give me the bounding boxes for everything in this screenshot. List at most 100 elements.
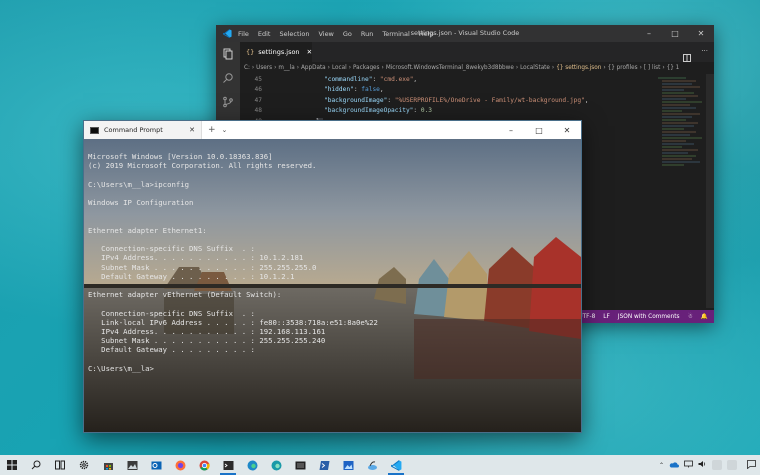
json-file-icon: {} [246, 48, 255, 56]
code-line: 46 "hidden": false, [240, 85, 650, 96]
breadcrumb-item[interactable]: {} profiles [608, 65, 638, 71]
output-line: Connection-specific DNS Suffix . : [88, 244, 255, 254]
powershell-icon[interactable] [312, 455, 336, 475]
minimize-button[interactable]: – [497, 121, 525, 139]
tab-settings-json[interactable]: {} settings.json ✕ [240, 42, 312, 62]
output-line: ​ [88, 171, 577, 180]
output-line: Subnet Mask . . . . . . . . . . . : 255.… [88, 262, 317, 272]
start-icon[interactable] [0, 455, 24, 475]
chrome-icon[interactable] [192, 455, 216, 475]
code-line: 48 "backgroundImageOpacity": 0.3 [240, 106, 650, 117]
terminal-content[interactable]: Microsoft Windows [Version 10.0.18363.83… [84, 139, 581, 432]
json-value: false [361, 86, 380, 94]
notifications-icon[interactable]: 🔔 [701, 314, 708, 320]
vscode-window-controls: – □ ✕ [636, 25, 714, 42]
breadcrumb-item[interactable]: Microsoft.WindowsTerminal_8wekyb3d8bbwe [386, 65, 514, 71]
source-control-icon[interactable] [216, 90, 240, 114]
output-line: Default Gateway . . . . . . . . . : 10.1… [88, 271, 295, 281]
volume-icon[interactable] [698, 460, 707, 470]
prompt-line: C:\Users\m__la> [88, 363, 154, 373]
line-number: 45 [254, 75, 262, 83]
output-line: IPv4 Address. . . . . . . . . . . : 10.1… [88, 253, 304, 263]
output-line: Ethernet adapter Ethernet1: [88, 225, 207, 235]
explorer-icon[interactable] [216, 42, 240, 66]
menu-selection[interactable]: Selection [279, 30, 309, 38]
menu-file[interactable]: File [238, 30, 249, 38]
store-icon[interactable] [96, 455, 120, 475]
tab-close-icon[interactable]: ✕ [307, 48, 312, 56]
search-icon[interactable] [216, 66, 240, 90]
menu-view[interactable]: View [318, 30, 333, 38]
feedback-icon[interactable]: ☃ [688, 314, 693, 320]
maximize-button[interactable]: □ [662, 25, 688, 42]
media-icon[interactable] [288, 455, 312, 475]
edge-icon[interactable] [240, 455, 264, 475]
breadcrumb-item[interactable]: Local [332, 65, 347, 71]
edge-beta-icon[interactable] [264, 455, 288, 475]
code-line: 45 "commandline": "cmd.exe", [240, 74, 650, 85]
terminal-titlebar: Command Prompt ✕ + ⌄ – □ ✕ [84, 121, 581, 139]
minimap[interactable] [656, 74, 706, 308]
output-line: Connection-specific DNS Suffix . : [88, 308, 255, 318]
action-center-icon[interactable] [747, 459, 756, 471]
breadcrumb: C: › Users › m__la › AppData › Local › Packag… [244, 65, 680, 71]
minimize-button[interactable]: – [636, 25, 662, 42]
outlook-icon[interactable] [144, 455, 168, 475]
vscode-logo-icon [222, 29, 232, 39]
line-number: 48 [254, 107, 262, 115]
terminal-icon[interactable] [216, 455, 240, 475]
json-key: "commandline" [324, 75, 373, 83]
settings-icon[interactable] [72, 455, 96, 475]
system-tray: ⌃ [659, 455, 760, 475]
breadcrumb-item[interactable]: Packages [353, 65, 380, 71]
breadcrumb-item[interactable]: Users [256, 65, 272, 71]
photos-icon[interactable] [120, 455, 144, 475]
breadcrumb-item[interactable]: m__la [278, 65, 294, 71]
terminal-window[interactable]: Command Prompt ✕ + ⌄ – □ ✕ Microsoft Win… [83, 120, 582, 433]
status-language[interactable]: JSON with Comments [618, 314, 680, 320]
vscode-icon[interactable] [384, 455, 408, 475]
new-tab-icon[interactable]: + [202, 125, 222, 135]
search-icon[interactable] [24, 455, 48, 475]
json-value: 0.3 [420, 107, 433, 115]
status-eol[interactable]: LF [603, 314, 610, 320]
menu-run[interactable]: Run [361, 30, 373, 38]
firefox-icon[interactable] [168, 455, 192, 475]
breadcrumb-item[interactable]: {} 1 [667, 65, 680, 71]
json-value: "cmd.exe" [379, 75, 414, 83]
onedrive-icon[interactable] [669, 461, 679, 470]
code-line: 47 "backgroundImage": "%USERPROFILE%/OneD… [240, 95, 650, 106]
paint-icon[interactable] [360, 455, 384, 475]
output-line: Windows IP Configuration [88, 198, 194, 208]
vscode-menu-bar: File Edit Selection View Go Run Terminal… [238, 30, 434, 38]
task-view-icon[interactable] [48, 455, 72, 475]
maximize-button[interactable]: □ [525, 121, 553, 139]
menu-terminal[interactable]: Terminal [382, 30, 409, 38]
breadcrumb-item[interactable]: {} settings.json [556, 65, 601, 71]
output-line: C:\Users\m__la>ipconfig [88, 179, 190, 189]
output-line: IPv4 Address. . . . . . . . . . . : 192.… [88, 327, 326, 337]
json-key: "backgroundImageOpacity" [324, 107, 414, 115]
show-hidden-icons-chevron-up-icon[interactable]: ⌃ [659, 462, 664, 469]
close-button[interactable]: ✕ [553, 121, 581, 139]
breadcrumb-item[interactable]: AppData [301, 65, 326, 71]
keyboard-icon[interactable] [727, 460, 737, 470]
input-language-icon[interactable] [712, 460, 722, 470]
breadcrumb-item[interactable]: C: [244, 65, 250, 71]
menu-go[interactable]: Go [343, 30, 352, 38]
chevron-down-icon[interactable]: ⌄ [222, 126, 228, 134]
photos-app-icon[interactable] [336, 455, 360, 475]
tab-close-icon[interactable]: ✕ [189, 126, 195, 134]
menu-edit[interactable]: Edit [258, 30, 271, 38]
output-line: Default Gateway . . . . . . . . . : [88, 345, 255, 355]
breadcrumb-item[interactable]: [ ] list [644, 65, 660, 71]
menu-help[interactable]: Help [419, 30, 434, 38]
output-line: ​ [88, 281, 577, 290]
tab-command-prompt[interactable]: Command Prompt ✕ [84, 121, 202, 139]
breadcrumb-item[interactable]: LocalState [520, 65, 550, 71]
close-button[interactable]: ✕ [688, 25, 714, 42]
output-line: ​ [88, 235, 577, 244]
editor-scrollbar[interactable] [706, 74, 714, 308]
network-icon[interactable] [684, 460, 693, 470]
line-number: 47 [254, 96, 262, 104]
